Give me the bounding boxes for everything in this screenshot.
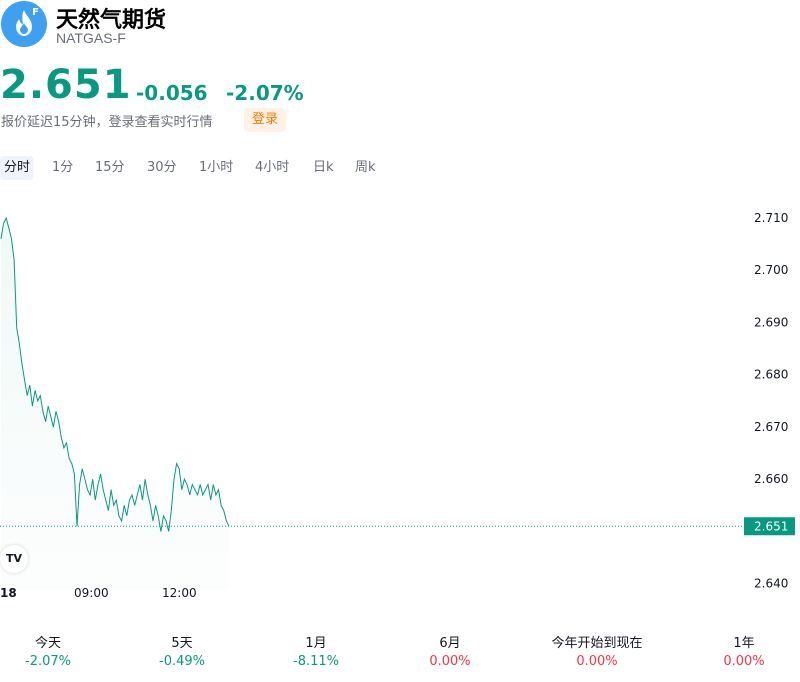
perf-ytd[interactable]: 今年开始到现在 0.00% xyxy=(517,636,677,672)
x-tick-label: 09:00 xyxy=(74,586,109,600)
perf-1y[interactable]: 1年 0.00% xyxy=(664,636,800,672)
price-chart[interactable]: 2.710 2.700 2.690 2.680 2.670 2.660 2.640 2.651… xyxy=(0,195,800,615)
perf-value: 0.00% xyxy=(723,654,765,669)
tab-1min[interactable]: 1分 xyxy=(48,156,77,180)
y-tick-label: 2.680 xyxy=(754,368,788,382)
perf-value: 0.00% xyxy=(429,654,471,669)
tab-intraday[interactable]: 分时 xyxy=(0,156,35,180)
y-tick-label: 2.700 xyxy=(754,263,788,277)
perf-label: 1年 xyxy=(733,636,755,651)
tab-1hour[interactable]: 1小时 xyxy=(195,156,237,180)
flame-icon xyxy=(16,10,32,36)
login-button[interactable]: 登录 xyxy=(244,108,287,132)
tradingview-logo[interactable]: TV xyxy=(0,545,28,573)
y-tick-label: 2.690 xyxy=(754,315,788,329)
tab-30min[interactable]: 30分 xyxy=(143,156,181,180)
price-change: -0.056 xyxy=(136,81,208,105)
y-tick-label: 2.670 xyxy=(754,420,788,434)
perf-label: 6月 xyxy=(439,636,461,651)
price-area-fill xyxy=(1,218,229,590)
performance-bar: 今天 -2.07% 5天 -0.49% 1月 -8.11% 6月 0.00% 今… xyxy=(0,636,800,676)
instrument-symbol: NATGAS-F xyxy=(56,30,126,46)
last-price: 2.651 xyxy=(0,62,132,108)
perf-label: 今年开始到现在 xyxy=(551,636,643,651)
y-tick-label: 2.640 xyxy=(754,577,788,591)
perf-6m[interactable]: 6月 0.00% xyxy=(370,636,530,672)
tab-daily[interactable]: 日k xyxy=(309,156,338,180)
price-change-percent: -2.07% xyxy=(226,81,304,105)
x-tick-label: 12:00 xyxy=(162,586,197,600)
tab-15min[interactable]: 15分 xyxy=(91,156,129,180)
y-tick-label: 2.660 xyxy=(754,472,788,486)
tab-weekly[interactable]: 周k xyxy=(351,156,380,180)
symbol-logo: F xyxy=(1,1,47,47)
last-price-label: 2.651 xyxy=(754,519,788,533)
delay-notice: 报价延迟15分钟，登录查看实时行情 xyxy=(1,115,213,130)
x-tick-label: 18 xyxy=(0,586,17,600)
tab-4hour[interactable]: 4小时 xyxy=(251,156,293,180)
y-tick-label: 2.710 xyxy=(754,211,788,225)
logo-badge: F xyxy=(32,7,39,18)
perf-value: 0.00% xyxy=(576,654,618,669)
